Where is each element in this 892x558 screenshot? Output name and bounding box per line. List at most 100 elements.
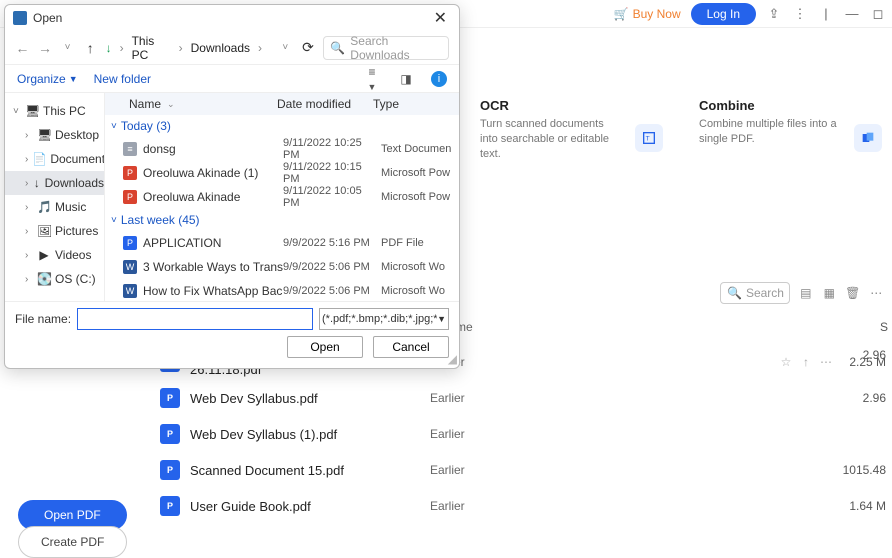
tree-item-desktop[interactable]: ›🖥Desktop [5, 123, 104, 147]
file-date: 9/11/2022 10:25 PM [283, 137, 381, 161]
tree-item-downloads[interactable]: ›↓Downloads [5, 171, 104, 195]
expand-icon[interactable]: › [25, 202, 33, 213]
view-mode-icon[interactable]: ≡ ▼ [363, 65, 381, 93]
card-desc: Combine multiple files into a single PDF… [699, 117, 839, 147]
search-input[interactable]: 🔍 Search [720, 282, 790, 304]
file-size: 1015.48 [836, 463, 886, 477]
file-row[interactable]: POreoluwa Akinade (1)9/11/2022 10:15 PMM… [105, 161, 459, 185]
upload-icon[interactable]: ↑ [796, 355, 816, 369]
recent-file-row[interactable]: PScanned Document 15.pdfEarlier1015.48 [160, 452, 892, 488]
expand-icon[interactable]: › [25, 226, 33, 237]
expand-icon[interactable]: › [25, 154, 28, 165]
expand-icon[interactable]: › [25, 274, 33, 285]
view-grid-icon[interactable]: ▦ [822, 284, 838, 302]
trash-icon[interactable]: 🗑 [845, 284, 861, 302]
collapse-icon[interactable]: ˅ [13, 106, 21, 117]
maximize-icon[interactable]: ◻ [870, 6, 886, 22]
tree-item-documents[interactable]: ›📄Documents [5, 147, 104, 171]
minimize-icon[interactable]: — [844, 6, 860, 21]
file-type: Microsoft Wo [381, 261, 459, 273]
file-modified: Earlier [430, 427, 630, 441]
chevron-down-icon[interactable]: ˅ [278, 42, 293, 53]
organize-menu[interactable]: Organize▼ [17, 72, 78, 86]
file-modified: Earlier [430, 355, 630, 369]
file-date: 9/11/2022 10:15 PM [283, 161, 381, 185]
file-list: Name ⌄ Date modified Type ˅Today (3)≡dons… [105, 93, 459, 301]
more-icon[interactable]: ⋯ [869, 284, 885, 302]
preview-pane-icon[interactable]: ◨ [397, 72, 415, 86]
chevron-down-icon[interactable]: ˅ [60, 42, 75, 53]
create-pdf-button[interactable]: Create PDF [18, 526, 127, 558]
tree-item-music[interactable]: ›🎵Music [5, 195, 104, 219]
card-title: OCR [480, 98, 663, 113]
file-name-input[interactable] [77, 308, 313, 330]
view-list-icon[interactable]: ▤ [798, 284, 814, 302]
login-button[interactable]: Log In [691, 3, 756, 25]
col-name[interactable]: Name [129, 97, 161, 111]
file-name: How to Fix WhatsApp Backup Not Showi... [143, 284, 283, 298]
star-icon[interactable]: ☆ [776, 355, 796, 369]
dialog-titlebar: Open ✕ [5, 5, 459, 31]
filter-text: (*.pdf;*.bmp;*.dib;*.jpg;*.jpeg;* [322, 313, 437, 325]
nav-fwd-icon[interactable]: → [38, 40, 53, 56]
search-placeholder: Search Downloads [350, 34, 442, 62]
divider: | [818, 6, 834, 21]
file-row[interactable]: PAPPLICATION9/9/2022 5:16 PMPDF File [105, 231, 459, 255]
file-group-header[interactable]: ˅Today (3) [105, 115, 459, 137]
file-date: 9/9/2022 5:06 PM [283, 261, 381, 273]
kebab-icon[interactable]: ⋮ [792, 6, 808, 22]
recent-file-row[interactable]: P Web Dev Syllabus (1).pdfEarlier [160, 416, 892, 452]
col-type[interactable]: Type [373, 97, 459, 111]
chevron-down-icon: ˅ [111, 121, 117, 132]
column-headers[interactable]: Name ⌄ Date modified Type [105, 93, 459, 115]
file-type: Text Documen [381, 143, 459, 155]
expand-icon[interactable]: › [25, 178, 29, 189]
search-placeholder: Search [746, 286, 784, 300]
expand-icon[interactable]: › [25, 130, 33, 141]
nav-back-icon[interactable]: ← [15, 40, 30, 56]
tree-this-pc[interactable]: ˅🖥This PC [5, 99, 104, 123]
dialog-title: Open [33, 11, 430, 25]
tree-item-pictures[interactable]: ›🖼Pictures [5, 219, 104, 243]
col-date[interactable]: Date modified [277, 97, 373, 111]
recent-file-row[interactable]: PUser Guide Book.pdfEarlier1.64 M [160, 488, 892, 524]
download-arrow-icon: ↓ [106, 41, 112, 55]
dialog-search-input[interactable]: 🔍 Search Downloads [323, 36, 449, 60]
folder-icon: ▶ [37, 248, 51, 262]
txt-file-icon: ≡ [123, 142, 137, 156]
file-row[interactable]: W3 Workable Ways to Transfer Game Progr.… [105, 255, 459, 279]
sort-indicator: ⌄ [167, 99, 175, 110]
expand-icon[interactable]: › [25, 250, 33, 261]
feature-cards: OCR Turn scanned documents into searchab… [470, 90, 892, 170]
breadcrumb-downloads[interactable]: Downloads [191, 41, 250, 55]
more-icon[interactable]: ⋯ [816, 355, 836, 369]
file-row[interactable]: ≡donsg9/11/2022 10:25 PMText Documen [105, 137, 459, 161]
new-folder-button[interactable]: New folder [94, 72, 151, 86]
tree-item-videos[interactable]: ›▶Videos [5, 243, 104, 267]
file-group-header[interactable]: ˅Last week (45) [105, 209, 459, 231]
recent-files-list: P005 12-Rules-to-Learn...-Updated-26.11.… [160, 344, 892, 524]
close-icon[interactable]: ✕ [430, 8, 451, 28]
help-icon[interactable]: i [431, 71, 447, 87]
cancel-button[interactable]: Cancel [373, 336, 449, 358]
folder-tree[interactable]: ˅🖥This PC›🖥Desktop›📄Documents›↓Downloads… [5, 93, 105, 301]
refresh-icon[interactable]: ⟳ [301, 39, 316, 56]
folder-icon: 💽 [37, 272, 51, 286]
chevron-right-icon: › [179, 41, 183, 55]
file-row[interactable]: WHow to Fix WhatsApp Backup Not Showi...… [105, 279, 459, 301]
size-column-header: S [880, 320, 888, 334]
open-button[interactable]: Open [287, 336, 363, 358]
file-type: PDF File [381, 237, 459, 249]
file-row[interactable]: POreoluwa Akinade9/11/2022 10:05 PMMicro… [105, 185, 459, 209]
share-icon[interactable]: ⇪ [766, 6, 782, 22]
feature-card-combine[interactable]: Combine Combine multiple files into a si… [689, 90, 892, 170]
tree-item-os-c-[interactable]: ›💽OS (C:) [5, 267, 104, 291]
breadcrumb-this-pc[interactable]: This PC [132, 34, 171, 62]
pdf-file-icon: P [160, 424, 180, 444]
file-type-filter[interactable]: (*.pdf;*.bmp;*.dib;*.jpg;*.jpeg;* ▼ [319, 308, 449, 330]
nav-up-icon[interactable]: ↑ [83, 40, 98, 56]
file-name: Web Dev Syllabus (1).pdf [190, 427, 430, 442]
buy-now-link[interactable]: 🛒 Buy Now [614, 7, 681, 21]
feature-card-ocr[interactable]: OCR Turn scanned documents into searchab… [470, 90, 673, 170]
recent-file-row[interactable]: PWeb Dev Syllabus.pdfEarlier2.96 [160, 380, 892, 416]
